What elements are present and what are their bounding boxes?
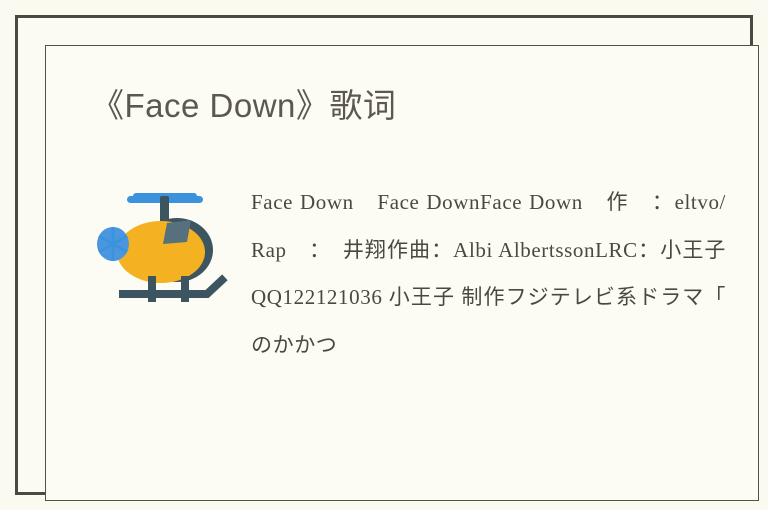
page-root: 《Face Down》歌词 Face Down Face DownFace Do…	[0, 0, 768, 510]
page-title: 《Face Down》歌词	[91, 87, 397, 124]
page-content: 《Face Down》歌词 Face Down Face DownFace Do…	[46, 46, 760, 502]
helicopter-window	[162, 220, 191, 244]
helicopter-skid-rail	[118, 274, 228, 298]
outer-border-frame: 《Face Down》歌词 Face Down Face DownFace Do…	[15, 15, 759, 501]
helicopter-skid-leg-right	[180, 276, 189, 302]
lyrics-text: Face Down Face DownFace Down 作 ：eltvo/Ra…	[251, 190, 748, 357]
article-thumbnail	[76, 174, 251, 324]
inner-border-frame: 《Face Down》歌词 Face Down Face DownFace Do…	[45, 45, 759, 501]
helicopter-icon	[96, 193, 228, 302]
article-body: Face Down Face DownFace Down 作 ：eltvo/Ra…	[76, 174, 748, 369]
helicopter-skid-leg-left	[147, 276, 156, 302]
